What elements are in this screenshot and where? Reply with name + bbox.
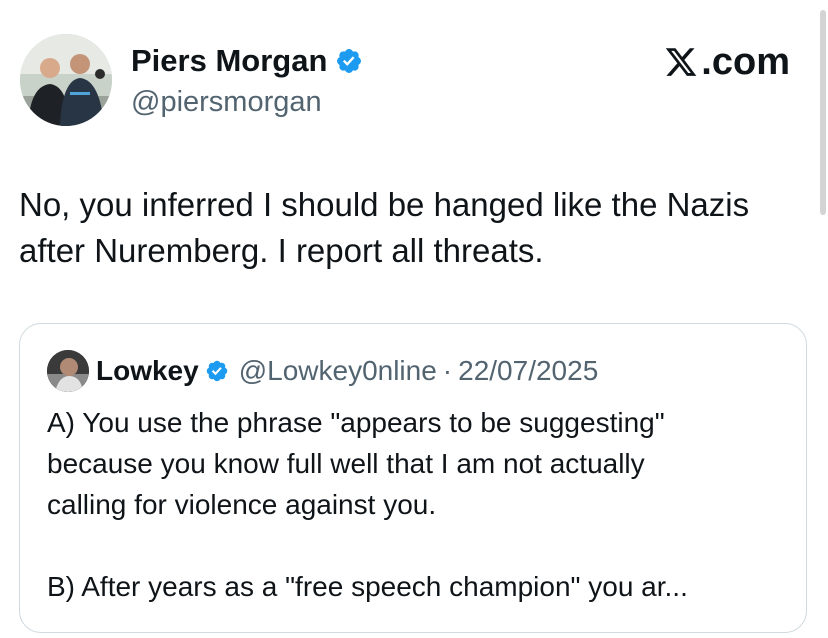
quoted-author-handle[interactable]: @Lowkey0nline xyxy=(239,355,437,387)
author-name[interactable]: Piers Morgan xyxy=(131,40,327,82)
author-avatar[interactable] xyxy=(20,34,112,126)
quoted-tweet-date[interactable]: 22/07/2025 xyxy=(458,355,598,387)
quoted-separator: · xyxy=(442,355,453,386)
verified-badge-icon xyxy=(337,49,362,73)
brand-logo: .com xyxy=(663,40,790,84)
quoted-avatar-photo xyxy=(47,350,89,392)
quoted-tweet-header: Lowkey @Lowkey0nline · 22/07/2025 xyxy=(47,350,598,392)
tweet-text: No, you inferred I should be hanged like… xyxy=(19,186,750,269)
quoted-paragraph-a: A) You use the phrase "appears to be sug… xyxy=(47,407,665,520)
quoted-verified-badge-icon xyxy=(206,360,227,382)
quoted-paragraph-b: B) After years as a "free speech champio… xyxy=(47,571,688,602)
scroll-indicator[interactable] xyxy=(820,10,826,215)
quoted-tweet-card[interactable]: Lowkey @Lowkey0nline · 22/07/2025 A) You… xyxy=(19,323,807,633)
author-name-row: Piers Morgan xyxy=(131,40,363,82)
quoted-author-name[interactable]: Lowkey xyxy=(96,355,199,387)
x-logo-icon xyxy=(666,48,697,76)
quoted-tweet-text: A) You use the phrase "appears to be sug… xyxy=(47,402,792,607)
author-handle[interactable]: @piersmorgan xyxy=(131,84,322,120)
avatar-photo xyxy=(20,34,112,126)
brand-text: .com xyxy=(701,40,790,83)
quoted-author-avatar[interactable] xyxy=(47,350,89,392)
